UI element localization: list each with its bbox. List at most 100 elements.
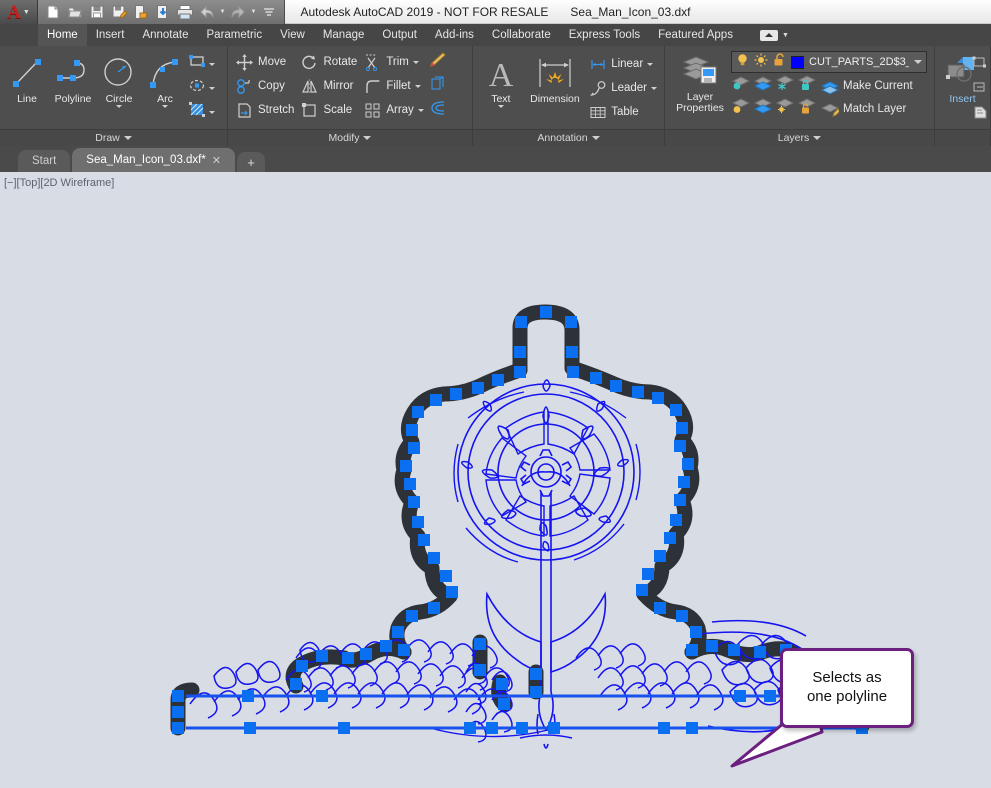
tab-insert[interactable]: Insert [87,24,134,46]
rectangle-dropdown-icon[interactable] [209,62,215,66]
layer-properties-button[interactable]: Layer Properties [669,48,731,114]
table-button[interactable]: Table [585,101,660,123]
tab-annotate[interactable]: Annotate [133,24,197,46]
polyline-button[interactable]: Polyline [50,50,96,105]
open-icon[interactable] [64,1,86,23]
panel-layers-title[interactable]: Layers [665,129,934,146]
arc-button[interactable]: Arc [142,50,188,109]
close-icon[interactable]: ✕ [212,154,221,167]
new-document-tab-button[interactable]: + [237,152,266,172]
minimize-ribbon-control[interactable]: ▼ [759,24,789,46]
minimize-ribbon-icon[interactable] [759,29,778,41]
tab-express-tools[interactable]: Express Tools [560,24,649,46]
panel-annotation-title[interactable]: Annotation [473,129,664,146]
line-button[interactable]: Line [4,50,50,105]
import-icon[interactable] [152,1,174,23]
linear-dimension-button[interactable]: Linear [585,53,660,75]
save-icon[interactable] [86,1,108,23]
edit-block-icon[interactable] [972,79,989,100]
doc-tab-sea-man-icon[interactable]: Sea_Man_Icon_03.dxf* ✕ [72,148,236,172]
save-as-icon[interactable] [108,1,130,23]
stretch-button[interactable]: Stretch [232,99,297,121]
chevron-down-icon[interactable] [914,60,922,64]
app-title: Autodesk AutoCAD 2019 - NOT FOR RESALE [300,5,549,19]
new-tab-label: + [247,154,255,170]
tab-featured-apps[interactable]: Featured Apps [649,24,742,46]
arc-dropdown-icon[interactable] [162,105,168,109]
undo-dropdown-icon[interactable]: ▼ [218,9,227,15]
scale-button[interactable]: Scale [297,99,360,121]
layer-isolate-icon[interactable] [731,74,751,97]
layer-freeze-icon[interactable] [775,74,795,97]
circle-dropdown-icon[interactable] [116,105,122,109]
text-button[interactable]: A Text [477,50,525,109]
undo-icon[interactable] [196,1,218,23]
tab-output[interactable]: Output [373,24,426,46]
explode-button[interactable] [427,75,447,97]
layer-turn-all-on-icon[interactable] [753,97,773,120]
scale-icon [300,101,319,120]
current-layer-dropdown[interactable]: CUT_PARTS_2D$3_1( [731,51,927,73]
text-dropdown-icon[interactable] [497,105,504,109]
chevron-down-icon[interactable] [813,136,822,140]
export-icon[interactable] [130,1,152,23]
tab-view[interactable]: View [271,24,314,46]
array-button[interactable]: Array [360,99,426,121]
fillet-icon [363,77,382,96]
ellipse-dropdown-icon[interactable] [209,86,215,90]
doc-tab-start[interactable]: Start [18,150,71,172]
hatch-dropdown-icon[interactable] [209,110,215,114]
chevron-down-icon[interactable]: ▼ [782,32,789,39]
layer-unisolate-icon[interactable] [753,74,773,97]
new-icon[interactable] [42,1,64,23]
tab-parametric[interactable]: Parametric [198,24,272,46]
hatch-flyout[interactable] [188,101,215,123]
leader-button[interactable]: Leader [585,77,660,99]
panel-modify-title[interactable]: Modify [228,129,472,146]
layer-off-icon[interactable] [731,97,751,120]
trim-button[interactable]: Trim [360,51,426,73]
move-button[interactable]: Move [232,51,297,73]
redo-icon[interactable] [227,1,249,23]
redo-dropdown-icon[interactable]: ▼ [249,9,258,15]
dimension-button[interactable]: Dimension [525,50,586,105]
tab-add-ins[interactable]: Add-ins [426,24,483,46]
chevron-down-icon[interactable] [591,136,600,140]
tab-home[interactable]: Home [38,24,87,46]
block-attributes-icon[interactable] [972,104,989,125]
fillet-button[interactable]: Fillet [360,75,426,97]
mirror-button[interactable]: Mirror [297,75,360,97]
layer-thaw-all-icon[interactable] [775,97,795,120]
leader-dropdown-icon[interactable] [651,86,657,90]
layer-on-bulb-icon[interactable] [736,53,749,72]
drawing-canvas[interactable]: [−][Top][2D Wireframe] Selects as one po… [0,172,991,788]
panel-draw-title[interactable]: Draw [0,129,227,146]
tab-collaborate[interactable]: Collaborate [483,24,560,46]
circle-button[interactable]: Circle [96,50,142,109]
application-menu-button[interactable]: A ▼ [0,0,38,24]
match-layer-button[interactable]: Match Layer [819,98,909,120]
ellipse-flyout[interactable] [188,77,215,99]
panel-block-title[interactable]: Block [935,129,990,146]
layer-unlock-icon[interactable] [773,52,786,72]
fillet-dropdown-icon[interactable] [414,84,421,88]
offset-button[interactable] [427,99,447,121]
layer-freeze-sun-icon[interactable] [754,53,768,72]
rectangle-flyout[interactable] [188,53,215,75]
trim-dropdown-icon[interactable] [412,60,419,64]
rotate-button[interactable]: Rotate [297,51,360,73]
array-dropdown-icon[interactable] [417,108,424,112]
chevron-down-icon[interactable] [363,136,372,140]
tab-manage[interactable]: Manage [314,24,374,46]
erase-button[interactable] [427,51,447,73]
copy-button[interactable]: Copy [232,75,297,97]
plot-icon[interactable] [174,1,196,23]
make-current-button[interactable]: Make Current [819,75,916,97]
linear-dropdown-icon[interactable] [647,62,654,66]
chevron-down-icon[interactable] [123,136,132,140]
layer-unlock-all-icon[interactable] [797,97,817,120]
customize-icon[interactable] [258,1,280,23]
layer-lock-icon[interactable] [797,74,817,97]
create-block-icon[interactable] [972,54,989,75]
layer-color-swatch[interactable] [791,55,804,69]
